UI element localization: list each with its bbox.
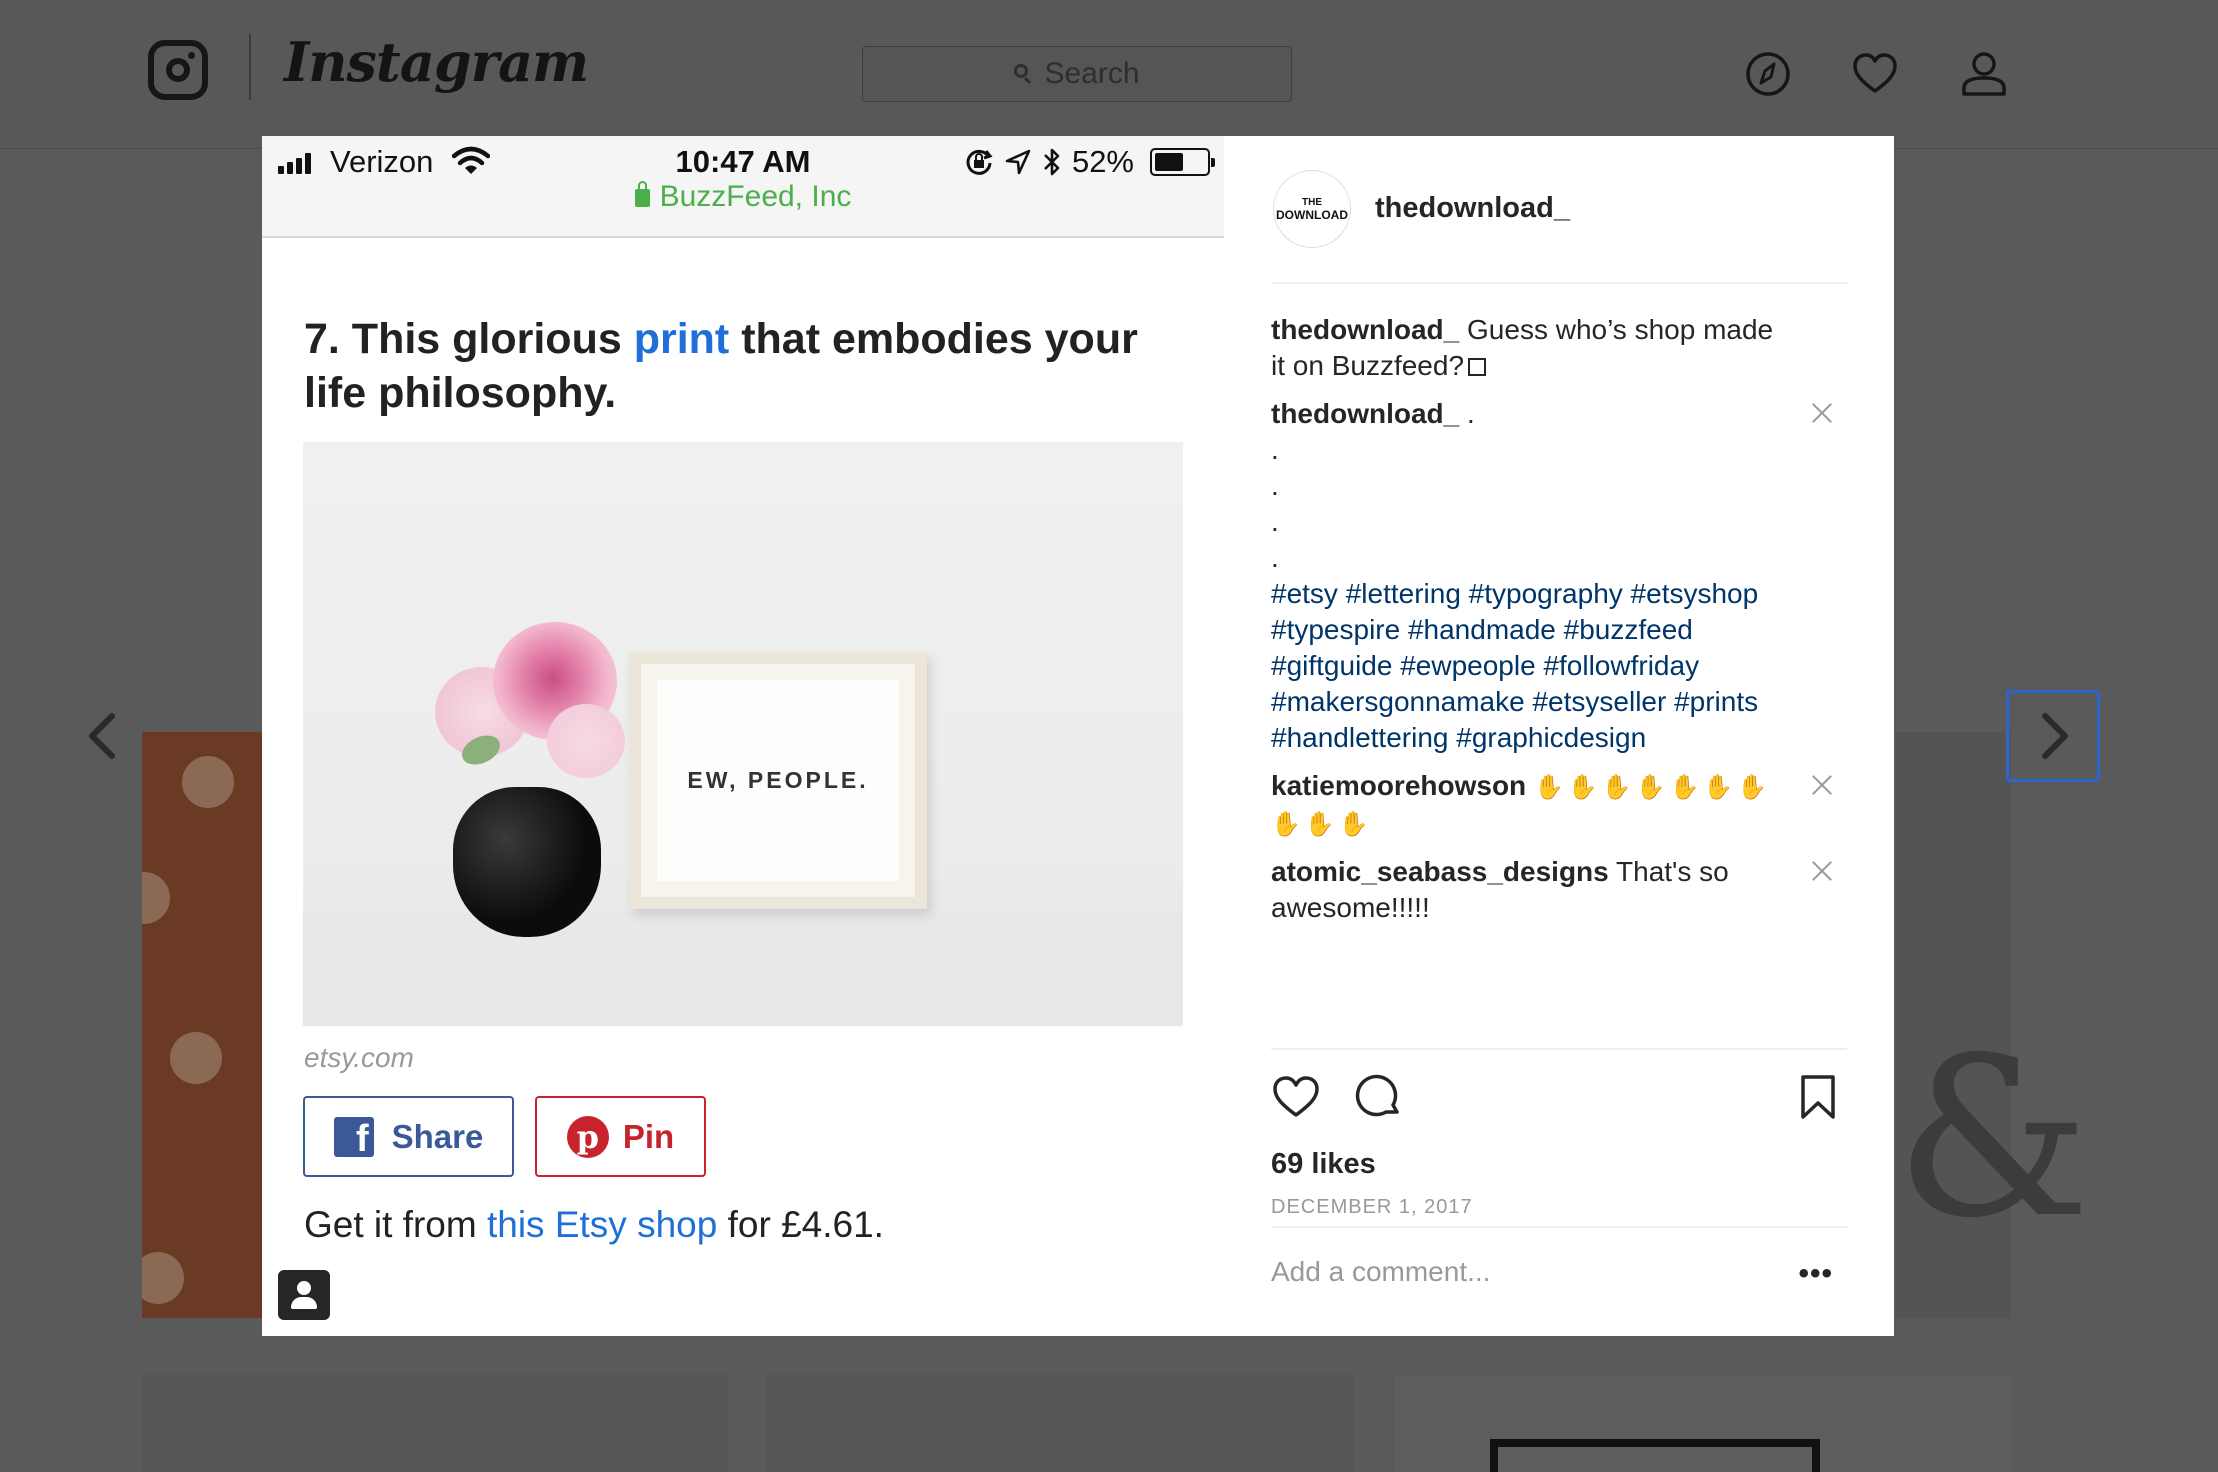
pinterest-icon: p bbox=[566, 1115, 609, 1158]
comment-username[interactable]: atomic_seabass_designs bbox=[1271, 856, 1609, 887]
background-ampersand-art: & bbox=[1895, 1010, 2091, 1266]
next-post-button[interactable] bbox=[2006, 690, 2100, 782]
print-frame: EW, PEOPLE. bbox=[629, 652, 927, 909]
bookmark-icon[interactable] bbox=[1793, 1072, 1843, 1122]
share-label: Share bbox=[391, 1117, 484, 1155]
phone-status-bar: Verizon 10:47 AM BuzzFeed, Inc 52% bbox=[262, 136, 1224, 238]
dot-line: . bbox=[1271, 470, 1279, 501]
clapping-hands-icon: ✋ bbox=[1703, 773, 1734, 801]
avatar-text-line2: DOWNLOAD bbox=[1276, 208, 1348, 222]
clapping-hands-icon: ✋ bbox=[1271, 810, 1301, 838]
caption-comment: thedownload_ Guess who’s shop made it on… bbox=[1271, 312, 1847, 384]
purchase-text: Get it from bbox=[304, 1204, 487, 1245]
comment-username[interactable]: thedownload_ bbox=[1271, 398, 1459, 429]
avatar[interactable]: THE DOWNLOAD bbox=[1273, 170, 1351, 248]
background-post-thumbnail bbox=[766, 1375, 1354, 1472]
image-source: etsy.com bbox=[304, 1042, 414, 1073]
clapping-hands-icon: ✋ bbox=[1635, 773, 1666, 801]
clapping-hands-icon: ✋ bbox=[1338, 810, 1369, 838]
more-options-icon[interactable]: ••• bbox=[1798, 1259, 1833, 1289]
post-modal: Verizon 10:47 AM BuzzFeed, Inc 52% 7. Th… bbox=[262, 136, 1894, 1336]
purchase-price: for £4.61. bbox=[717, 1204, 884, 1245]
site-name: BuzzFeed, Inc bbox=[659, 180, 852, 213]
clapping-hands-icon: ✋ bbox=[1737, 773, 1768, 801]
list-item: thedownload_ . . . . . #etsy #lettering … bbox=[1271, 396, 1847, 756]
location-arrow-icon bbox=[1005, 149, 1031, 175]
delete-comment-icon[interactable] bbox=[1809, 858, 1835, 884]
list-item: atomic_seabass_designs That's so awesome… bbox=[1271, 854, 1847, 926]
list-item: katiemoorehowson ✋ ✋ ✋ ✋ ✋ ✋ ✋✋ ✋ ✋ bbox=[1271, 768, 1847, 842]
delete-comment-icon[interactable] bbox=[1809, 772, 1835, 798]
print-text: EW, PEOPLE. bbox=[657, 680, 899, 881]
heart-icon[interactable] bbox=[1851, 50, 1899, 98]
pin-label: Pin bbox=[622, 1117, 675, 1155]
pinterest-pin-button[interactable]: p Pin bbox=[535, 1096, 706, 1177]
clapping-hands-icon: ✋ bbox=[1567, 773, 1598, 801]
instagram-logo-icon[interactable] bbox=[148, 40, 208, 100]
battery-percent: 52% bbox=[1071, 144, 1134, 179]
facebook-icon: f bbox=[333, 1116, 374, 1157]
instagram-wordmark[interactable]: Instagram bbox=[284, 30, 589, 94]
compass-icon[interactable] bbox=[1744, 50, 1792, 98]
comment-username[interactable]: thedownload_ bbox=[1271, 314, 1459, 345]
status-right-group: 52% bbox=[964, 144, 1215, 180]
headline-text: 7. This glorious bbox=[304, 315, 634, 363]
hashtags[interactable]: #etsy #lettering #typography #etsyshop #… bbox=[1271, 576, 1787, 756]
post-date: DECEMBER 1, 2017 bbox=[1271, 1196, 1473, 1218]
headline-print-link[interactable]: print bbox=[634, 315, 730, 363]
rotation-lock-icon bbox=[966, 149, 993, 175]
next-post-chevron-icon bbox=[2042, 713, 2068, 759]
site-url: BuzzFeed, Inc bbox=[262, 180, 1224, 214]
post-owner-username[interactable]: thedownload_ bbox=[1375, 192, 1570, 225]
facebook-share-button[interactable]: f Share bbox=[303, 1096, 514, 1177]
lock-icon bbox=[634, 181, 650, 207]
black-vase bbox=[453, 787, 601, 937]
like-heart-icon[interactable] bbox=[1271, 1072, 1321, 1122]
delete-comment-icon[interactable] bbox=[1809, 400, 1835, 426]
post-image[interactable]: Verizon 10:47 AM BuzzFeed, Inc 52% 7. Th… bbox=[262, 136, 1224, 1336]
purchase-line: Get it from this Etsy shop for £4.61. bbox=[304, 1204, 884, 1246]
comment-bubble-icon[interactable] bbox=[1353, 1072, 1403, 1122]
background-post-thumbnail bbox=[142, 732, 262, 1318]
clapping-hands-icon: ✋ bbox=[1669, 773, 1700, 801]
previous-post-chevron-icon[interactable] bbox=[84, 710, 120, 762]
background-post-thumbnail bbox=[142, 1375, 728, 1472]
top-nav-bar: Instagram Search bbox=[0, 0, 2218, 149]
missing-emoji-glyph bbox=[1468, 358, 1487, 376]
bluetooth-icon bbox=[1044, 148, 1060, 176]
search-icon bbox=[1014, 64, 1034, 84]
product-photo: EW, PEOPLE. bbox=[303, 442, 1183, 1026]
comments-list: thedownload_ Guess who’s shop made it on… bbox=[1271, 312, 1847, 938]
peony-flower bbox=[547, 704, 625, 778]
add-comment-input[interactable] bbox=[1271, 1256, 1771, 1288]
etsy-shop-link[interactable]: this Etsy shop bbox=[487, 1204, 717, 1245]
add-comment-bar: ••• bbox=[1271, 1226, 1847, 1336]
search-placeholder: Search bbox=[1044, 57, 1140, 90]
clapping-hands-icon: ✋ bbox=[1601, 773, 1632, 801]
dot-line: . bbox=[1271, 506, 1279, 537]
dot-line: . bbox=[1271, 542, 1279, 573]
article-headline: 7. This glorious print that embodies you… bbox=[304, 312, 1184, 420]
background-post-thumbnail bbox=[1394, 1375, 2011, 1472]
tagged-users-icon[interactable] bbox=[278, 1270, 330, 1320]
clapping-hands-icon: ✋ bbox=[1304, 810, 1335, 838]
logo-divider bbox=[249, 34, 251, 100]
profile-icon[interactable] bbox=[1960, 50, 2008, 98]
battery-icon bbox=[1150, 148, 1215, 176]
post-header: THE DOWNLOAD thedownload_ bbox=[1271, 170, 1847, 284]
comment-text: . bbox=[1459, 398, 1475, 429]
search-input[interactable]: Search bbox=[862, 46, 1292, 102]
post-sidebar: THE DOWNLOAD thedownload_ thedownload_ G… bbox=[1271, 136, 1847, 1336]
clapping-hands-icon: ✋ bbox=[1533, 773, 1564, 801]
like-count[interactable]: 69 likes bbox=[1271, 1148, 1376, 1181]
dot-line: . bbox=[1271, 434, 1279, 465]
comment-username[interactable]: katiemoorehowson bbox=[1271, 770, 1526, 801]
